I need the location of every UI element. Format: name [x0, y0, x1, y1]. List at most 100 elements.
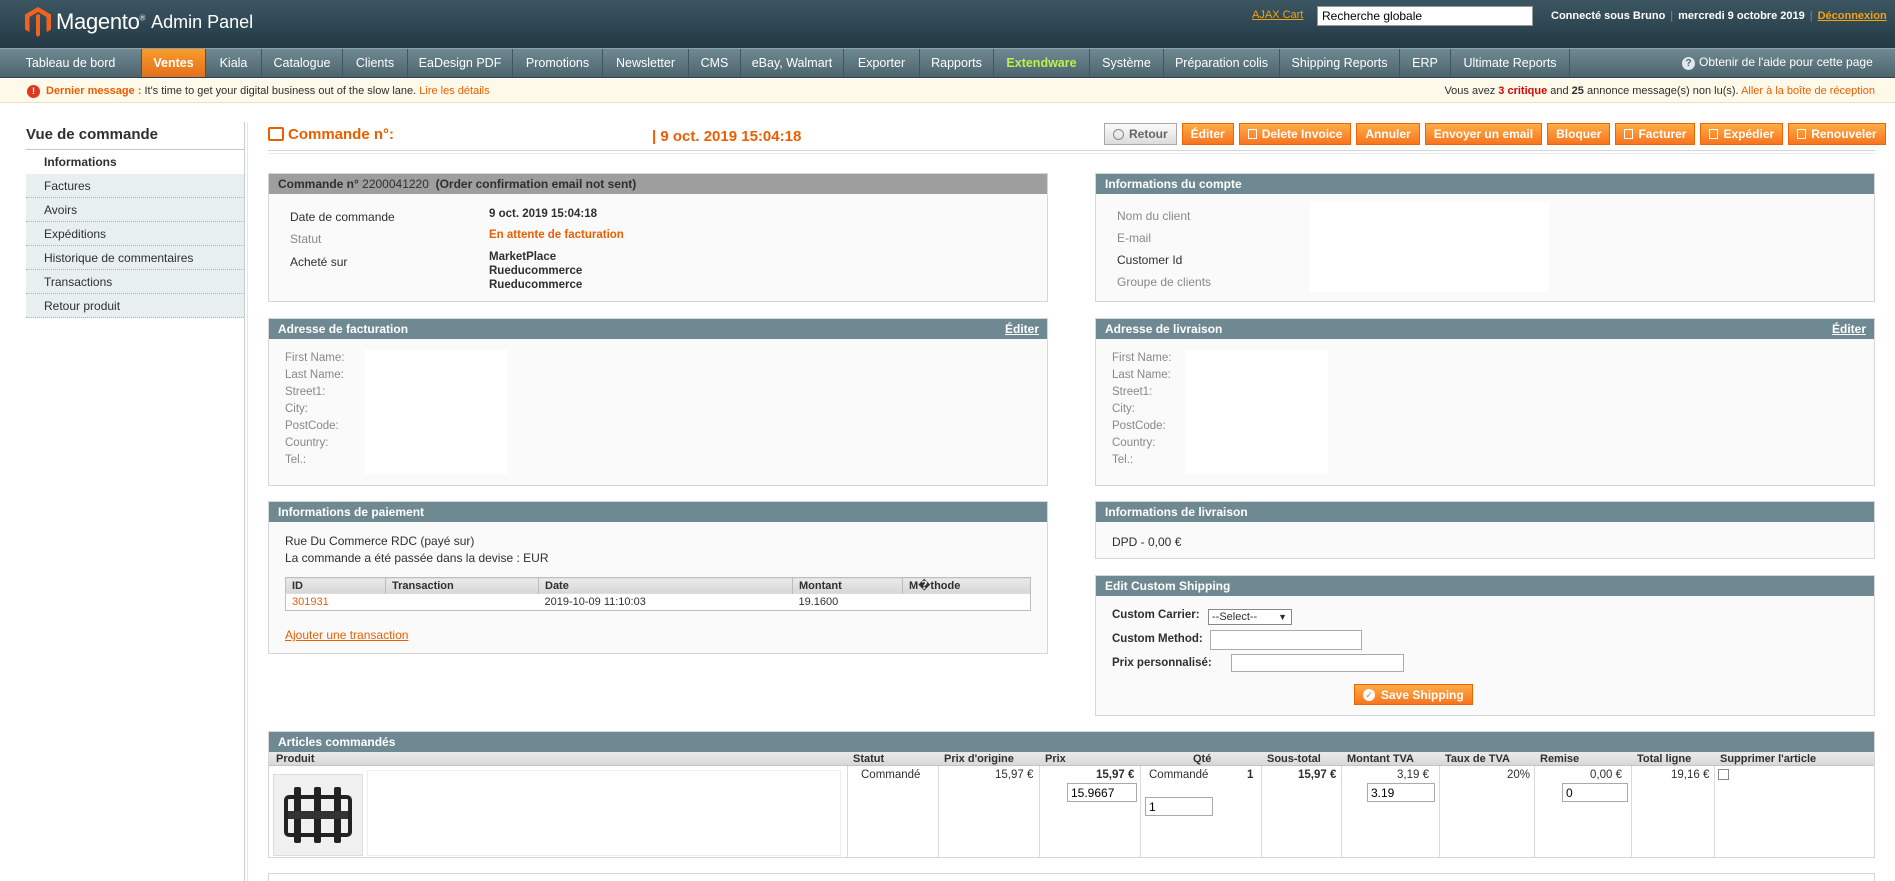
- column-header: Montant TVA: [1347, 753, 1415, 765]
- cancel-button[interactable]: Annuler: [1356, 123, 1420, 145]
- custom-method-input[interactable]: [1210, 630, 1362, 650]
- ajax-cart-link[interactable]: AJAX Cart: [1252, 9, 1303, 21]
- nav-sales[interactable]: Ventes: [142, 49, 206, 77]
- tab-shipments[interactable]: Expéditions: [26, 222, 244, 246]
- inbox-pre: Vous avez: [1444, 85, 1496, 97]
- nav-shipping-reports[interactable]: Shipping Reports: [1280, 49, 1400, 77]
- account-info-box: Informations du compte Nom du client E-m…: [1095, 173, 1875, 302]
- custom-price-input[interactable]: [1231, 654, 1404, 672]
- field-label: City:: [1112, 403, 1135, 415]
- item-tax-amount: 3,19 €: [1397, 769, 1429, 781]
- item-qty-input[interactable]: [1145, 797, 1213, 816]
- customer-group-label: Groupe de clients: [1117, 275, 1212, 289]
- document-icon: [1797, 129, 1807, 139]
- add-transaction-link[interactable]: Ajouter une transaction: [285, 628, 408, 642]
- help-text: Obtenir de l'aide pour cette page: [1699, 55, 1873, 69]
- ship-button[interactable]: Expédier: [1700, 123, 1784, 145]
- transaction-id-link[interactable]: 301931: [292, 596, 329, 608]
- inbox-link[interactable]: Aller à la boîte de réception: [1741, 85, 1875, 97]
- custom-carrier-value: --Select--: [1212, 611, 1258, 623]
- invoice-button[interactable]: Facturer: [1615, 123, 1696, 145]
- magento-logo-icon: [25, 7, 51, 37]
- help-link[interactable]: ? Obtenir de l'aide pour cette page: [1682, 55, 1873, 70]
- edit-button[interactable]: Éditer: [1181, 123, 1234, 145]
- nav-dashboard[interactable]: Tableau de bord: [0, 49, 142, 77]
- custom-method-label: Custom Method:: [1112, 633, 1203, 645]
- tab-transactions[interactable]: Transactions: [26, 270, 244, 294]
- status-label: Statut: [290, 232, 322, 246]
- edit-billing-link[interactable]: Éditer: [1005, 319, 1039, 339]
- back-icon: [1113, 128, 1124, 140]
- back-button[interactable]: Retour: [1104, 123, 1177, 145]
- nav-promotions[interactable]: Promotions: [513, 49, 603, 77]
- product-thumbnail[interactable]: [273, 774, 363, 856]
- nav-ebay-walmart[interactable]: eBay, Walmart: [741, 49, 844, 77]
- global-search-input[interactable]: [1317, 6, 1533, 26]
- item-discount-input[interactable]: [1562, 783, 1628, 802]
- items-table-header: Produit Statut Prix d'origine Prix Qté S…: [269, 752, 1874, 766]
- table-row[interactable]: 301931 2019-10-09 11:10:03 19.1600: [285, 593, 1031, 611]
- nav-catalog[interactable]: Catalogue: [262, 49, 343, 77]
- nav-erp[interactable]: ERP: [1400, 49, 1451, 77]
- item-price-input[interactable]: [1067, 783, 1137, 802]
- redacted-product-name: [367, 770, 841, 856]
- column-divider: [1039, 766, 1040, 858]
- column-header: M�thode: [902, 577, 1031, 594]
- column-header: Supprimer l'article: [1720, 753, 1817, 765]
- current-date: mercredi 9 octobre 2019: [1678, 10, 1805, 22]
- save-shipping-button[interactable]: ✓ Save Shipping: [1354, 684, 1473, 705]
- column-header: Prix: [1045, 753, 1066, 765]
- nav-ultimate-reports[interactable]: Ultimate Reports: [1451, 49, 1570, 77]
- nav-extendware[interactable]: Extendware: [994, 49, 1090, 77]
- tab-informations[interactable]: Informations: [26, 150, 244, 174]
- nav-cms[interactable]: CMS: [689, 49, 741, 77]
- cancel-button-label: Annuler: [1365, 127, 1411, 141]
- nav-preparation-colis[interactable]: Préparation colis: [1164, 49, 1280, 77]
- logout-link[interactable]: Déconnexion: [1818, 10, 1887, 22]
- tab-comments-history[interactable]: Historique de commentaires: [26, 246, 244, 270]
- edit-shipping-link[interactable]: Éditer: [1832, 319, 1866, 339]
- magento-logo[interactable]: Magento® Admin Panel: [24, 6, 253, 38]
- field-label: First Name:: [1112, 352, 1172, 364]
- account-info-header: Informations du compte: [1096, 174, 1874, 194]
- custom-price-label: Prix personnalisé:: [1112, 657, 1212, 669]
- read-details-link[interactable]: Lire les détails: [419, 85, 489, 97]
- hold-button[interactable]: Bloquer: [1547, 123, 1611, 145]
- nav-kiala[interactable]: Kiala: [206, 49, 262, 77]
- tab-product-return[interactable]: Retour produit: [26, 294, 244, 318]
- tab-invoices[interactable]: Factures: [26, 174, 244, 198]
- nav-eadesign-pdf[interactable]: EaDesign PDF: [408, 49, 513, 77]
- admin-header: Magento® Admin Panel AJAX Cart Connecté …: [0, 0, 1895, 48]
- nav-reports[interactable]: Rapports: [920, 49, 994, 77]
- remove-item-checkbox[interactable]: [1718, 769, 1729, 780]
- tv-mount-icon: [284, 787, 352, 843]
- order-number: 2200041220: [362, 177, 429, 191]
- column-header: Qté: [1193, 753, 1212, 765]
- item-tax-input[interactable]: [1367, 783, 1435, 802]
- action-toolbar: Retour Éditer Delete Invoice Annuler Env…: [1104, 123, 1886, 145]
- column-divider: [1341, 766, 1342, 858]
- trademark: ®: [139, 13, 146, 23]
- reorder-button[interactable]: Renouveler: [1788, 123, 1886, 145]
- field-label: Country:: [1112, 437, 1156, 449]
- main-nav: Tableau de bord Ventes Kiala Catalogue C…: [0, 48, 1895, 78]
- document-icon: [1624, 129, 1634, 139]
- custom-carrier-select[interactable]: --Select-- ▼: [1208, 609, 1292, 625]
- tab-credit-memos[interactable]: Avoirs: [26, 198, 244, 222]
- delete-invoice-button[interactable]: Delete Invoice: [1238, 123, 1352, 145]
- nav-customers[interactable]: Clients: [343, 49, 408, 77]
- transaction-cell: [385, 593, 539, 611]
- column-divider: [938, 766, 939, 858]
- brand-name: Magento: [56, 9, 140, 34]
- field-label: PostCode:: [285, 420, 339, 432]
- inbox-and: and: [1550, 85, 1569, 97]
- back-button-label: Retour: [1129, 127, 1168, 141]
- nav-system[interactable]: Système: [1090, 49, 1164, 77]
- field-label: Country:: [285, 437, 329, 449]
- column-header: Total ligne: [1637, 753, 1692, 765]
- item-subtotal: 15,97 €: [1298, 769, 1337, 781]
- send-email-button[interactable]: Envoyer un email: [1424, 123, 1543, 145]
- custom-shipping-header: Edit Custom Shipping: [1096, 576, 1874, 596]
- nav-export[interactable]: Exporter: [844, 49, 920, 77]
- nav-newsletter[interactable]: Newsletter: [603, 49, 689, 77]
